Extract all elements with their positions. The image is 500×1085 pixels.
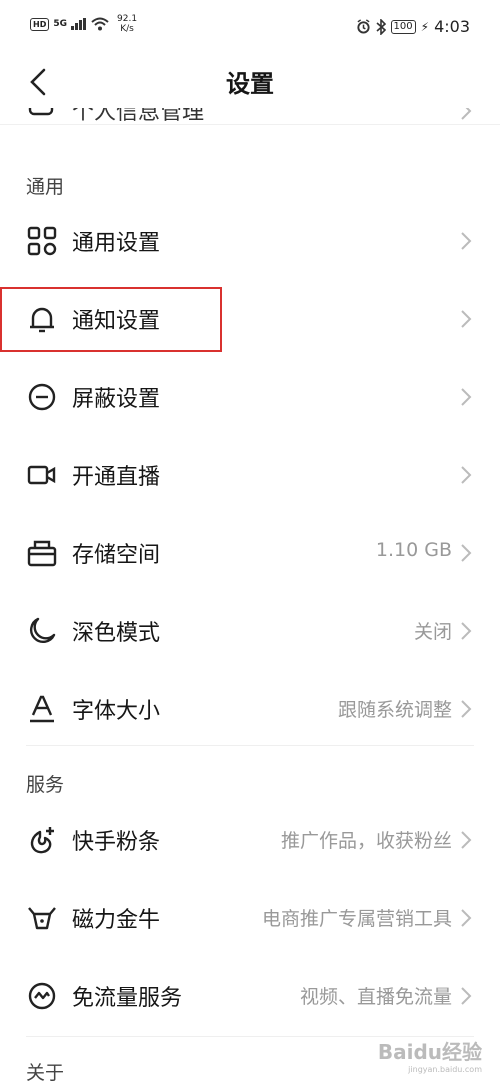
page-title: 设置 bbox=[226, 70, 274, 98]
fan-promo-icon bbox=[30, 827, 54, 854]
hd-badge: HD bbox=[30, 17, 50, 31]
chevron-right-icon bbox=[461, 108, 472, 120]
storage-icon bbox=[27, 540, 57, 567]
chevron-right-icon bbox=[461, 466, 472, 484]
moon-icon bbox=[30, 617, 56, 643]
charging-icon: ⚡ bbox=[420, 19, 430, 34]
list-item-value: 跟随系统调整 bbox=[337, 699, 452, 721]
list-item-value: 推广作品，收获粉丝 bbox=[280, 830, 452, 852]
list-item-label: 屏蔽设置 bbox=[72, 387, 161, 412]
chevron-right-icon bbox=[461, 310, 472, 328]
chevron-right-icon bbox=[461, 544, 472, 562]
list-item-block-settings[interactable]: 屏蔽设置 bbox=[0, 357, 500, 435]
battery-icon: 100 bbox=[390, 19, 416, 34]
header: 设置 bbox=[0, 56, 500, 108]
list-item-label: 开通直播 bbox=[72, 465, 161, 490]
signal-icon bbox=[71, 18, 86, 30]
list-item-general-settings[interactable]: 通用设置 bbox=[0, 201, 500, 279]
list-item-value: 电商推广专属营销工具 bbox=[261, 908, 452, 930]
section-title-general: 通用 bbox=[26, 176, 65, 198]
chevron-right-icon bbox=[461, 388, 472, 406]
chevron-right-icon bbox=[461, 909, 472, 927]
list-item-label: 免流量服务 bbox=[72, 986, 183, 1011]
highlight-box bbox=[0, 287, 222, 352]
bull-icon bbox=[28, 907, 56, 930]
list-item-dark-mode[interactable]: 深色模式 关闭 bbox=[0, 591, 500, 669]
list-item-label: 深色模式 bbox=[72, 621, 161, 646]
person-icon bbox=[28, 108, 54, 116]
section-title-services: 服务 bbox=[26, 774, 65, 796]
chevron-right-icon bbox=[461, 831, 472, 849]
signal-label: 5G bbox=[53, 19, 67, 29]
bluetooth-icon bbox=[376, 18, 386, 35]
list-item-font-size[interactable]: 字体大小 跟随系统调整 bbox=[0, 669, 500, 747]
list-item-value: 关闭 bbox=[413, 621, 452, 643]
list-item-free-data[interactable]: 免流量服务 视频、直播免流量 bbox=[0, 956, 500, 1034]
list-item-label: 快手粉条 bbox=[72, 830, 161, 855]
list-item-fan-promotion[interactable]: 快手粉条 推广作品，收获粉丝 bbox=[0, 800, 500, 878]
video-camera-icon bbox=[27, 465, 56, 485]
chevron-right-icon bbox=[461, 987, 472, 1005]
list-item-value: 视频、直播免流量 bbox=[299, 986, 452, 1008]
chevron-right-icon bbox=[461, 700, 472, 718]
free-data-icon bbox=[28, 982, 56, 1010]
watermark: Baidu经验 jingyan.baidu.com bbox=[377, 1040, 482, 1074]
list-item-storage[interactable]: 存储空间 1.10 GB bbox=[0, 513, 500, 591]
list-item-value: 1.10 GB bbox=[375, 539, 452, 561]
clock: 4:03 bbox=[434, 17, 470, 36]
chevron-right-icon bbox=[461, 622, 472, 640]
list-item-label: 字体大小 bbox=[72, 699, 161, 724]
list-item-label: 存储空间 bbox=[72, 543, 161, 568]
list-item-label: 通用设置 bbox=[72, 231, 161, 256]
section-title-about: 关于 bbox=[26, 1062, 65, 1084]
chevron-right-icon bbox=[461, 232, 472, 250]
wifi-icon bbox=[91, 17, 109, 31]
list-item-label: 个人信息管理 bbox=[72, 108, 205, 125]
font-size-icon bbox=[30, 695, 54, 723]
grid-icon bbox=[27, 226, 57, 256]
list-item-label: 磁力金牛 bbox=[72, 908, 161, 933]
alarm-icon bbox=[356, 19, 370, 34]
status-bar: HD 5G 92.1 K/s 100 ⚡ 4:03 bbox=[0, 0, 500, 56]
network-speed: 92.1 K/s bbox=[117, 14, 138, 34]
list-item-magnetic-bull[interactable]: 磁力金牛 电商推广专属营销工具 bbox=[0, 878, 500, 956]
divider bbox=[26, 745, 474, 746]
block-icon bbox=[28, 383, 56, 411]
list-item-personal-info[interactable]: 个人信息管理 bbox=[0, 108, 500, 125]
list-item-start-live[interactable]: 开通直播 bbox=[0, 435, 500, 513]
back-arrow-icon[interactable] bbox=[24, 64, 54, 100]
